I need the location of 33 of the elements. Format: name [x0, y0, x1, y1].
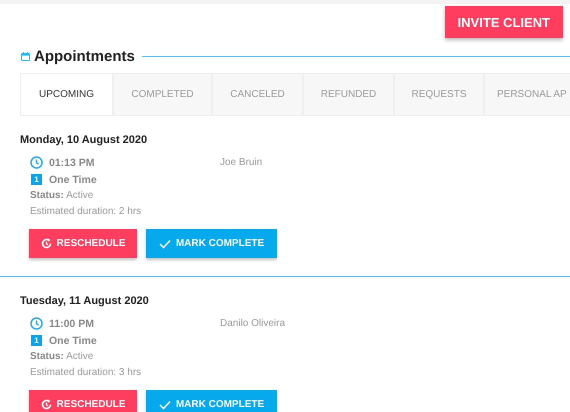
tab[interactable]: REQUESTS: [394, 73, 484, 115]
clock-icon: [30, 317, 43, 330]
checkmark-icon: [158, 238, 171, 248]
clock-icon: [30, 156, 43, 169]
tab[interactable]: UPCOMING: [20, 73, 113, 115]
client-name: Danilo Oliveira: [220, 317, 286, 331]
appointment-date: Monday, 10 August 2020: [20, 134, 148, 146]
tab[interactable]: COMPLETED: [113, 73, 212, 115]
section-title: Appointments: [34, 48, 135, 64]
client-name: Joe Bruin: [220, 156, 262, 170]
count-badge: 1: [31, 335, 42, 346]
appointment-time: 11:00 PM: [49, 318, 94, 330]
status-text: Status: Active: [30, 189, 94, 203]
appointment-type: One Time: [49, 174, 97, 186]
mark-complete-button[interactable]: MARK COMPLETE: [146, 229, 277, 258]
duration-text: Estimated duration: 2 hrs: [30, 205, 142, 219]
reschedule-button[interactable]: RESCHEDULE: [29, 229, 137, 258]
appointment-date: Tuesday, 11 August 2020: [20, 295, 150, 307]
calendar-icon: [21, 52, 30, 60]
clock-arrow-icon: [40, 238, 52, 249]
tab[interactable]: CANCELED: [212, 73, 303, 115]
appointment-time: 01:13 PM: [49, 156, 95, 168]
checkmark-icon: [158, 400, 171, 410]
mark-complete-button[interactable]: MARK COMPLETE: [146, 390, 277, 412]
count-badge: 1: [31, 174, 42, 185]
invite-client-button[interactable]: INVITE CLIENT: [444, 6, 563, 38]
reschedule-button[interactable]: RESCHEDULE: [29, 390, 137, 412]
clock-arrow-icon: [40, 399, 52, 410]
appointment-type: One Time: [49, 334, 97, 346]
tab[interactable]: PERSONAL AP: [484, 73, 570, 115]
tab[interactable]: REFUNDED: [303, 73, 394, 115]
duration-text: Estimated duration: 3 hrs: [30, 366, 142, 380]
status-text: Status: Active: [30, 350, 94, 364]
